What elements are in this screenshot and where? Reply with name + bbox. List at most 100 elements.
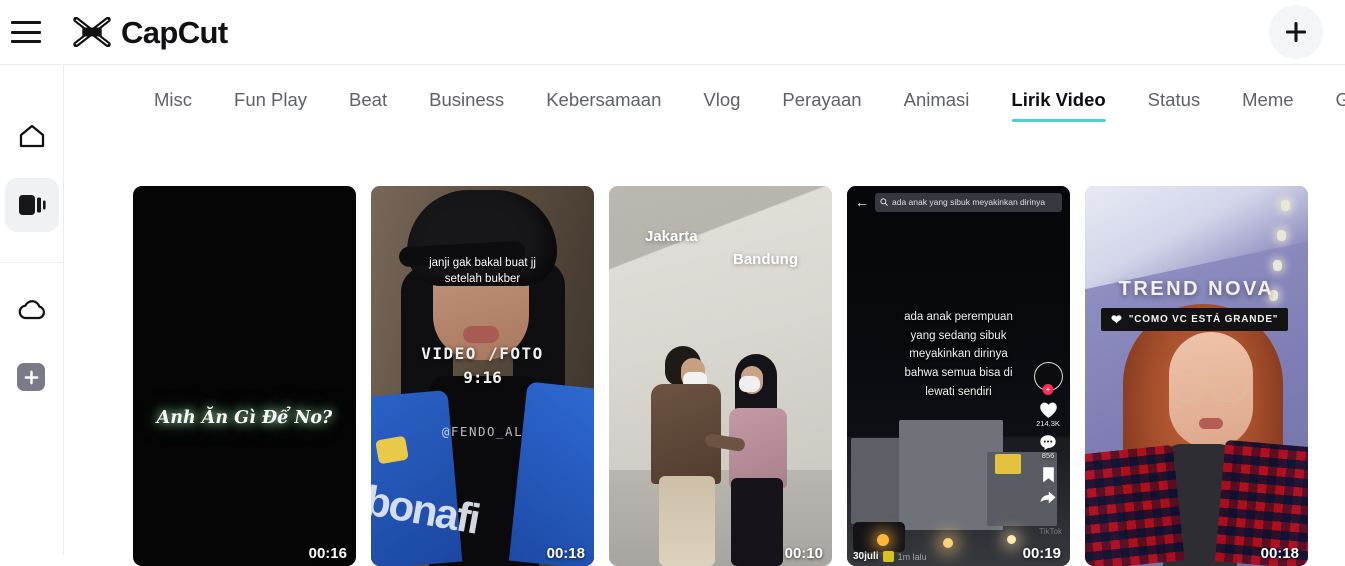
- template-card[interactable]: bonafi janji gak bakal buat jj setelah b…: [371, 186, 594, 566]
- tab-meme[interactable]: Meme: [1221, 66, 1314, 134]
- templates-icon: [19, 195, 46, 215]
- figure-glasses-left: [1169, 372, 1205, 402]
- tab-business[interactable]: Business: [408, 66, 525, 134]
- headlight-glow: [877, 534, 889, 546]
- tiktok-post-meta: 30juli 1m lalu: [853, 551, 927, 562]
- home-icon: [19, 124, 45, 148]
- card-duration: 00:18: [546, 545, 585, 562]
- heart-icon: [1039, 402, 1057, 418]
- comment-count: 856: [1041, 451, 1055, 460]
- search-query-text: ada anak yang sibuk meyakinkan dirinya: [892, 197, 1046, 207]
- card-duration: 00:19: [1022, 545, 1061, 562]
- tab-lirik-video[interactable]: Lirik Video: [990, 66, 1126, 134]
- light-bulb: [1281, 200, 1290, 211]
- brand-logo[interactable]: CapCut: [71, 17, 228, 48]
- tab-perayaan[interactable]: Perayaan: [761, 66, 882, 134]
- card-overlay-handle: @FENDO_AL: [441, 424, 524, 439]
- card-title-text: TREND NOVA: [1118, 278, 1275, 300]
- sidebar-item-templates[interactable]: [5, 178, 59, 232]
- follow-plus-icon: +: [1042, 384, 1054, 395]
- hamburger-bar: [11, 30, 41, 34]
- sidebar-item-home[interactable]: [5, 109, 59, 163]
- card-lyric-text: Anh Ăn Gì Để No?: [156, 408, 333, 428]
- search-input: ada anak yang sibuk meyakinkan dirinya: [875, 192, 1062, 212]
- figure-man-pants: [659, 476, 715, 566]
- card-duration: 00:18: [1260, 545, 1299, 562]
- hamburger-bar: [11, 21, 41, 24]
- category-tab-bar[interactable]: Misc Fun Play Beat Business Kebersamaan …: [65, 66, 1345, 134]
- light-bulb: [1273, 260, 1282, 271]
- bookmark-icon: [1042, 467, 1054, 483]
- figure-plaid-left: [1085, 444, 1185, 566]
- hamburger-bar: [11, 40, 41, 43]
- tab-vlog[interactable]: Vlog: [682, 66, 761, 134]
- figure-woman-skirt: [731, 478, 783, 566]
- tab-fun-play[interactable]: Fun Play: [213, 66, 328, 134]
- tab-animasi[interactable]: Animasi: [883, 66, 991, 134]
- tiktok-action-rail: + 214.3K 856: [1031, 362, 1065, 506]
- plus-icon: [1285, 21, 1307, 43]
- avatar: +: [1033, 362, 1063, 395]
- app-header: CapCut: [0, 0, 1345, 65]
- card-caption: janji gak bakal buat jj setelah bukber: [371, 256, 594, 287]
- figure-glasses-right: [1211, 372, 1247, 402]
- lyric-line-3: meyakinkan dirinya: [909, 348, 1008, 361]
- figure-jacket-patch: [375, 435, 409, 465]
- lyric-line-1: ada anak perempuan: [904, 311, 1013, 323]
- lyric-line-4: bahwa semua bisa di: [904, 367, 1013, 380]
- share-stat: [1039, 490, 1057, 506]
- tab-kebersamaan[interactable]: Kebersamaan: [525, 66, 682, 134]
- heart-icon: ❤: [1111, 312, 1123, 327]
- card-label-bandung: Bandung: [733, 251, 798, 268]
- arrow-left-icon: ←: [855, 194, 869, 210]
- lyric-line-2: yang sedang sibuk: [910, 329, 1007, 342]
- sidebar-add-button[interactable]: [17, 363, 45, 391]
- create-button[interactable]: [1269, 5, 1323, 59]
- tab-beat[interactable]: Beat: [328, 66, 408, 134]
- template-card[interactable]: ← ada anak yang sibuk meyakinkan dirinya…: [847, 186, 1070, 566]
- tab-misc[interactable]: Misc: [133, 66, 213, 134]
- like-count: 214.3K: [1036, 419, 1060, 428]
- lyric-line-5: lewati sendiri: [925, 385, 992, 398]
- card-caption: ❤ "COMO VC ESTÁ GRANDE": [1101, 308, 1289, 331]
- tiktok-search-bar: ← ada anak yang sibuk meyakinkan dirinya: [855, 192, 1062, 212]
- share-icon: [1040, 491, 1056, 504]
- template-card[interactable]: Jakarta Bandung 00:10: [609, 186, 832, 566]
- card-caption-text: "COMO VC ESTÁ GRANDE": [1128, 314, 1279, 325]
- hamburger-menu-icon[interactable]: [11, 21, 41, 43]
- card-caption-line-2: setelah bukber: [444, 272, 521, 285]
- left-sidebar: [0, 65, 64, 555]
- comment-stat: 856: [1039, 434, 1057, 460]
- capcut-logo-icon: [73, 17, 111, 47]
- street-light-glow: [1007, 535, 1016, 544]
- bookmark-stat: [1041, 466, 1056, 484]
- billboard: [995, 454, 1021, 474]
- wall-shadow: [609, 186, 832, 272]
- cloud-icon: [18, 300, 45, 320]
- tiktok-watermark: TikTok: [1039, 527, 1062, 536]
- tab-status[interactable]: Status: [1127, 66, 1221, 134]
- sidebar-divider: [0, 262, 64, 263]
- sidebar-item-cloud[interactable]: [5, 283, 59, 337]
- plus-icon: [24, 370, 38, 384]
- card-duration: 00:10: [784, 545, 823, 562]
- brand-name: CapCut: [121, 14, 228, 50]
- template-grid: Anh Ăn Gì Để No? 00:16 bonafi janji gak …: [133, 186, 1308, 566]
- card-duration: 00:16: [308, 545, 347, 562]
- street-light-glow: [943, 538, 953, 548]
- tab-game[interactable]: Game: [1315, 66, 1345, 134]
- light-bulb: [1277, 230, 1286, 241]
- figure-lips: [463, 326, 499, 343]
- figure-woman-mask: [739, 376, 760, 392]
- verified-badge-icon: [882, 551, 894, 562]
- figure-jacket-left: [371, 389, 463, 566]
- card-overlay-ratio: 9:16: [463, 368, 502, 387]
- template-card[interactable]: Anh Ăn Gì Để No? 00:16: [133, 186, 356, 566]
- figure-lips: [1199, 418, 1223, 429]
- card-caption-line-1: janji gak bakal buat jj: [429, 257, 536, 269]
- template-card[interactable]: TREND NOVA ❤ "COMO VC ESTÁ GRANDE" 00:18: [1085, 186, 1308, 566]
- search-icon: [880, 198, 888, 206]
- card-label-jakarta: Jakarta: [645, 228, 698, 245]
- time-ago: 1m lalu: [897, 551, 927, 562]
- card-overlay-videofoto: VIDEO /FOTO: [421, 344, 544, 363]
